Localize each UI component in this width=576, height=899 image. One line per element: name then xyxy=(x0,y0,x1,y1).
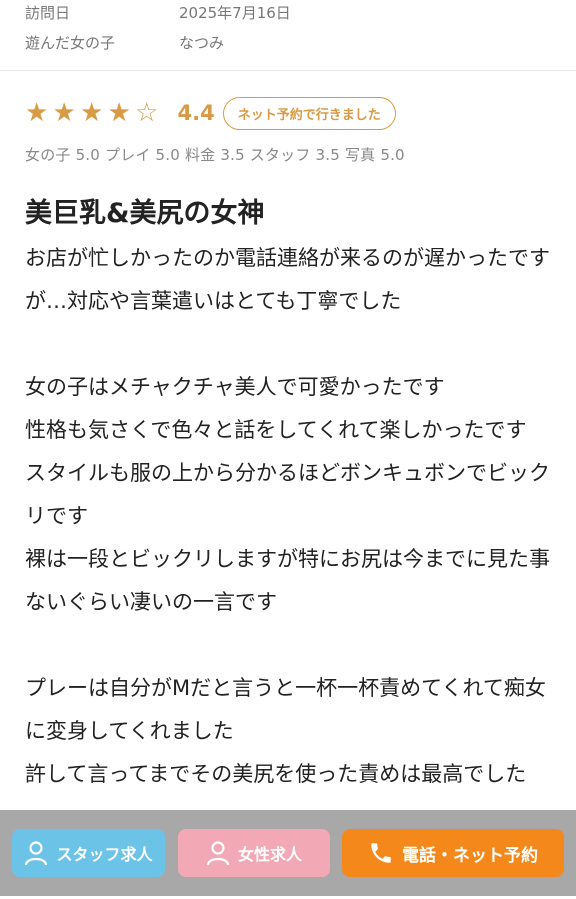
phone-net-reserve-button[interactable]: 電話・ネット予約 xyxy=(342,829,564,877)
phone-icon xyxy=(371,843,391,863)
rating-row: ★ ★ ★ ★ ☆ 4.4 ネット予約で行きました xyxy=(0,96,576,130)
staff-recruit-button[interactable]: スタッフ求人 xyxy=(12,829,165,877)
bottom-action-bar: スタッフ求人 女性求人 電話・ネット予約 xyxy=(0,810,576,896)
staff-recruit-label: スタッフ求人 xyxy=(56,845,153,864)
person-icon xyxy=(25,841,48,866)
sub-scores: 女の子 5.0 プレイ 5.0 料金 3.5 スタッフ 3.5 写真 5.0 xyxy=(25,146,405,164)
star-empty-icon: ☆ xyxy=(135,98,159,128)
visit-date-label: 訪問日 xyxy=(25,3,71,22)
review-title: 美巨乳&美尻の女神 xyxy=(25,198,265,229)
review-line: 性格も気さくで色々と話をしてくれて楽しかったです xyxy=(25,418,527,442)
rating-score: 4.4 xyxy=(177,101,215,125)
review-body: お店が忙しかったのか電話連絡が来るのが遅かったですが…対応や言葉遣いはとても丁寧… xyxy=(0,237,576,796)
star-filled-icon: ★ xyxy=(80,98,104,128)
female-recruit-label: 女性求人 xyxy=(237,845,302,864)
star-filled-icon: ★ xyxy=(107,98,131,128)
girl-row: 遊んだ女の子 なつみ xyxy=(25,27,551,57)
review-line: 女の子はメチャクチャ美人で可愛かったです xyxy=(25,375,445,399)
visit-meta: 訪問日 2025年7月16日 遊んだ女の子 なつみ xyxy=(0,0,576,57)
review-line: プレーは自分がMだと言うと一杯一杯責めてくれて痴女に変身してくれました xyxy=(25,676,546,743)
phone-net-reserve-label: 電話・ネット予約 xyxy=(402,845,538,866)
review-line: お店が忙しかったのか電話連絡が来るのが遅かったですが…対応や言葉遣いはとても丁寧… xyxy=(25,246,550,313)
star-rating: ★ ★ ★ ★ ☆ xyxy=(25,100,163,126)
female-recruit-button[interactable]: 女性求人 xyxy=(178,829,330,877)
review-line: スタイルも服の上から分かるほどボンキュボンでビックリです xyxy=(25,461,550,528)
review-line: 許して言ってまでその美尻を使った責めは最高でした xyxy=(25,762,527,786)
visit-date-value: 2025年7月16日 xyxy=(179,3,291,22)
star-filled-icon: ★ xyxy=(52,98,76,128)
person-icon xyxy=(206,841,230,866)
visit-date-row: 訪問日 2025年7月16日 xyxy=(25,0,551,27)
review-line: 裸は一段とビックリしますが特にお尻は今までに見た事ないぐらい凄いの一言です xyxy=(25,547,550,614)
reservation-badge: ネット予約で行きました xyxy=(222,96,396,130)
divider xyxy=(0,70,576,71)
star-filled-icon: ★ xyxy=(25,98,49,128)
girl-label: 遊んだ女の子 xyxy=(25,33,116,52)
girl-name: なつみ xyxy=(179,33,225,52)
